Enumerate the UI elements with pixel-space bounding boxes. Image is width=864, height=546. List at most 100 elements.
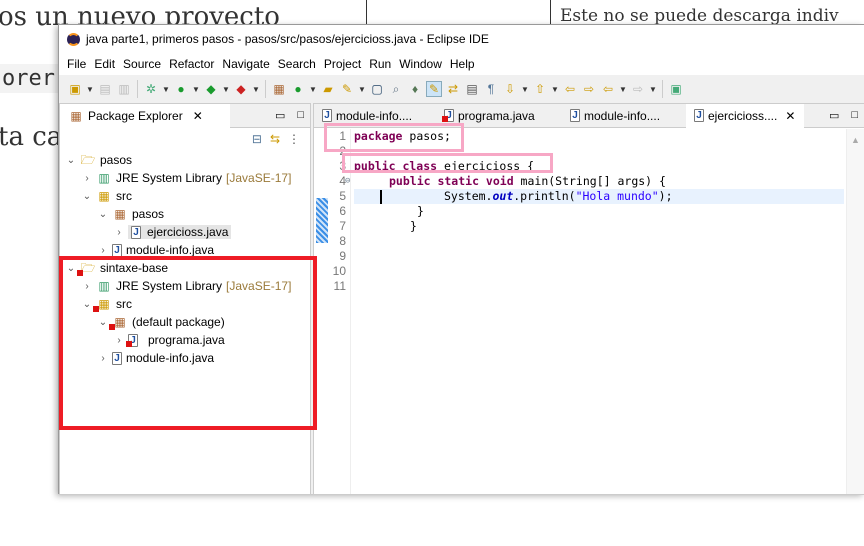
text-cursor: [380, 190, 382, 204]
menu-file[interactable]: File: [65, 57, 92, 71]
link-icon[interactable]: ⌕: [388, 81, 404, 97]
menu-help[interactable]: Help: [448, 57, 481, 71]
chevron-right-icon[interactable]: ›: [82, 173, 92, 184]
tree-label: pasos: [100, 153, 133, 167]
tab-label: Package Explorer: [88, 108, 183, 123]
highlight-box-package: [324, 123, 464, 152]
code-line-4: public static void main(String[] args) {: [389, 174, 666, 188]
previous-edit-icon[interactable]: ⇧: [532, 81, 548, 97]
chevron-down-icon[interactable]: ▼: [619, 85, 627, 94]
line-number: 6: [339, 204, 346, 218]
chevron-down-icon[interactable]: ▼: [162, 85, 170, 94]
chevron-down-icon[interactable]: ▼: [192, 85, 200, 94]
tree-item-jre-library[interactable]: › ▥ JRE System Library [JavaSE-17]: [82, 169, 291, 187]
code-line-6: }: [417, 204, 424, 218]
tree-item-pasos-project[interactable]: ⌄ 🗁 pasos: [66, 151, 132, 169]
back-icon[interactable]: ⇦: [600, 81, 616, 97]
fold-collapse-icon[interactable]: ⊖: [345, 176, 350, 186]
chevron-down-icon[interactable]: ⌄: [82, 191, 92, 202]
tab-label: ejercicioss....: [708, 108, 778, 123]
block-selection-icon[interactable]: ▤: [464, 81, 480, 97]
chevron-down-icon[interactable]: ▼: [649, 85, 657, 94]
tab-package-explorer[interactable]: ▦ Package Explorer ✕: [60, 103, 230, 128]
open-type-icon[interactable]: ▰: [320, 81, 336, 97]
background-doc-text-4: Este no se puede descarga indiv: [560, 6, 839, 26]
background-doc-text-2: orer: [0, 64, 59, 93]
new-package-icon[interactable]: ▦: [271, 81, 287, 97]
console-icon[interactable]: ▢: [369, 81, 385, 97]
scrollbar[interactable]: ▲: [846, 129, 864, 494]
divider: [366, 0, 367, 24]
chevron-down-icon[interactable]: ⌄: [66, 155, 76, 166]
minimize-icon[interactable]: ▭: [275, 109, 285, 122]
title-bar: java parte1, primeros pasos - pasos/src/…: [59, 25, 864, 53]
coverage-icon[interactable]: ◆: [203, 81, 219, 97]
tree-item-pasos-package[interactable]: ⌄ ▦ pasos: [98, 205, 164, 223]
chevron-down-icon[interactable]: ⌄: [98, 209, 108, 220]
menu-edit[interactable]: Edit: [92, 57, 121, 71]
chevron-down-icon[interactable]: ▼: [86, 85, 94, 94]
chevron-right-icon[interactable]: ›: [114, 227, 124, 238]
tree-label: module-info.java: [126, 243, 215, 257]
annotation-icon[interactable]: ♦: [407, 81, 423, 97]
forward-edit-icon[interactable]: ⇨: [581, 81, 597, 97]
line-number: 10: [332, 264, 346, 278]
tab-module-info[interactable]: Jmodule-info....: [562, 104, 686, 128]
menu-source[interactable]: Source: [121, 57, 167, 71]
menu-window[interactable]: Window: [397, 57, 448, 71]
chevron-down-icon[interactable]: ▼: [358, 85, 366, 94]
close-icon[interactable]: ✕: [193, 109, 203, 123]
divider: [265, 80, 266, 98]
menu-bar: File Edit Source Refactor Navigate Searc…: [59, 53, 864, 75]
external-tools-icon[interactable]: ◆: [233, 81, 249, 97]
divider: [137, 80, 138, 98]
menu-run[interactable]: Run: [367, 57, 397, 71]
divider: [662, 80, 663, 98]
tab-ejercicioss[interactable]: Jejercicioss.... ✕: [686, 103, 804, 128]
line-number: 7: [339, 219, 346, 233]
chevron-down-icon[interactable]: ▼: [222, 85, 230, 94]
chevron-down-icon[interactable]: ▼: [252, 85, 260, 94]
highlight-icon[interactable]: ✎: [426, 81, 442, 97]
save-icon[interactable]: ▤: [97, 81, 113, 97]
new-class-icon[interactable]: ●: [290, 81, 306, 97]
run-icon[interactable]: ●: [173, 81, 189, 97]
save-all-icon[interactable]: ▥: [116, 81, 132, 97]
line-number: 11: [333, 279, 346, 293]
minimize-icon[interactable]: ▭: [829, 109, 839, 122]
collapse-all-icon[interactable]: ⊟: [252, 132, 262, 146]
search-icon[interactable]: ✎: [339, 81, 355, 97]
menu-search[interactable]: Search: [276, 57, 322, 71]
chevron-down-icon[interactable]: ▼: [309, 85, 317, 94]
close-icon[interactable]: ✕: [785, 109, 795, 123]
chevron-down-icon[interactable]: ▼: [551, 85, 559, 94]
tree-item-src[interactable]: ⌄ ▦ src: [82, 187, 132, 205]
tree-label: JRE System Library: [116, 171, 223, 185]
view-menu-icon[interactable]: ⋮: [288, 132, 300, 146]
line-number: 8: [339, 234, 346, 248]
show-whitespace-icon[interactable]: ¶: [483, 81, 499, 97]
background-doc-text-3: ta ca: [0, 122, 63, 152]
new-icon[interactable]: ▣: [67, 81, 83, 97]
line-number: 4: [339, 174, 346, 188]
line-number: 9: [339, 249, 346, 263]
chevron-right-icon[interactable]: ›: [98, 245, 108, 256]
menu-refactor[interactable]: Refactor: [167, 57, 220, 71]
library-icon: ▥: [98, 171, 110, 185]
maximize-icon[interactable]: □: [297, 109, 304, 122]
tree-item-ejercicioss[interactable]: › Jejercicioss.java: [114, 223, 232, 241]
open-perspective-icon[interactable]: ▣: [668, 81, 684, 97]
last-edit-icon[interactable]: ⇦: [562, 81, 578, 97]
menu-project[interactable]: Project: [322, 57, 367, 71]
forward-icon[interactable]: ⇨: [630, 81, 646, 97]
next-annotation-icon[interactable]: ⇄: [445, 81, 461, 97]
tree-label-suffix: [JavaSE-17]: [226, 171, 292, 185]
package-explorer-header: ▦ Package Explorer ✕ ▭ □: [60, 103, 310, 128]
next-edit-icon[interactable]: ⇩: [502, 81, 518, 97]
chevron-down-icon[interactable]: ▼: [521, 85, 529, 94]
debug-icon[interactable]: ✲: [143, 81, 159, 97]
maximize-icon[interactable]: □: [851, 109, 858, 122]
menu-navigate[interactable]: Navigate: [220, 57, 275, 71]
link-with-editor-icon[interactable]: ⇆: [270, 132, 280, 146]
package-explorer-icon: ▦: [70, 108, 82, 123]
